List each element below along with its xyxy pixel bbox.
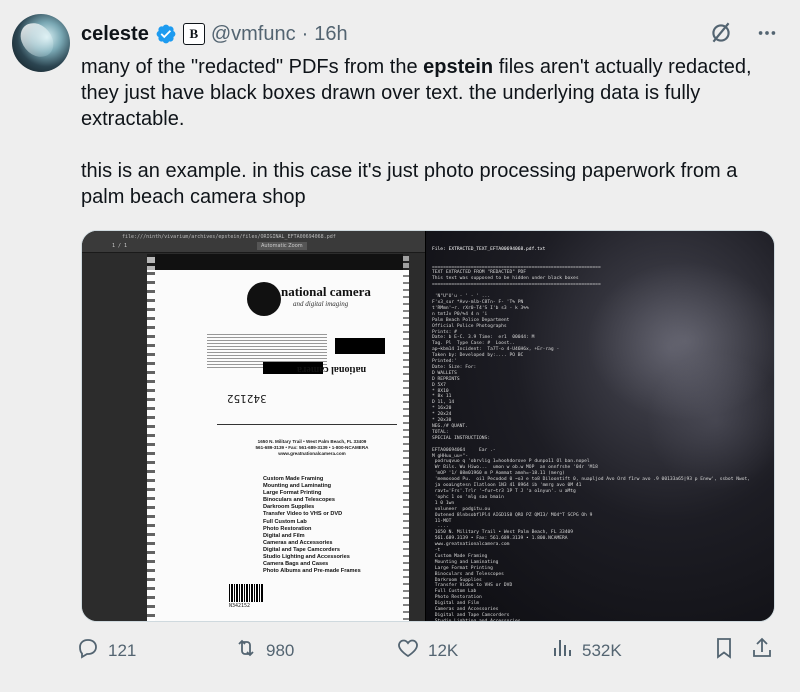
bold-keyword: epstein [423,56,494,78]
views-bars-icon [550,636,574,665]
service-item: Photo Albums and Pre-made Frames [263,568,361,575]
service-item: Digital and Tape Camcorders [263,546,340,553]
separator-dot: · [301,22,309,45]
service-item: Photo Restoration [263,525,312,532]
pdf-url: file:///ninth/vivarium/archives/epstein/… [122,234,336,240]
pdf-zoom-select: Automatic Zoom [257,242,307,250]
terminal-screenshot: File: EXTRACTED_TEXT_EFTA00694068.pdf.tx… [425,231,774,621]
top-right-controls [708,20,778,46]
share-button[interactable] [750,636,774,665]
views-button[interactable]: 532K [550,636,622,665]
barcode-number: N342152 [229,603,251,609]
scan-right-edge [403,254,409,621]
tweet-paragraph-2: this is an example. in this case it's ju… [81,160,738,208]
services-list: Custom Made Framing Mounting and Laminat… [263,476,361,575]
heart-icon [396,636,420,665]
repost-count: 980 [266,640,295,660]
service-item: Darkroom Supplies [263,504,315,511]
scan-left-edge [147,254,155,621]
pdf-toolbar: file:///ninth/vivarium/archives/epstein/… [82,231,425,253]
service-item: Studio Lighting and Accessories [263,554,350,561]
bookmark-icon [712,636,736,665]
barcode [229,584,263,602]
like-count: 12K [428,640,459,660]
media-image[interactable]: file:///ninth/vivarium/archives/epstein/… [81,230,775,622]
logo-subtitle: and digital imaging [293,300,349,308]
redaction-box [335,338,385,354]
repost-arrows-icon [234,636,258,665]
service-item: Cameras and Accessories [263,539,333,546]
timestamp[interactable]: 16h [314,23,347,46]
service-item: Custom Made Framing [263,476,324,482]
views-count: 532K [582,640,622,660]
store-logo: national camera and digital imaging [247,278,371,324]
scan-top-edge [147,254,409,270]
service-item: Transfer Video to VHS or DVD [263,511,343,518]
terminal-output: File: EXTRACTED_TEXT_EFTA00694068.pdf.tx… [432,235,772,621]
verified-check-icon [155,23,177,45]
upside-down-logo: national camera [297,364,367,375]
service-item: Digital and Film [263,532,305,539]
divider [217,424,397,425]
org-badge-icon[interactable]: B [182,23,205,45]
grok-slash-icon[interactable] [708,20,734,46]
handle[interactable]: @vmfunc [211,23,296,46]
like-button[interactable]: 12K [396,636,458,665]
terminal-title: File: EXTRACTED_TEXT_EFTA00694068.pdf.tx… [432,246,546,252]
repost-button[interactable]: 980 [234,636,294,665]
avatar[interactable] [12,14,70,72]
store-address: 1650 N. Military Trail • West Palm Beach… [255,439,369,456]
scanned-document: national camera and digital imaging nati… [147,254,409,621]
reply-count: 121 [108,640,137,660]
action-bar: 121 980 12K 532K [76,636,786,666]
logo-name: national camera [281,284,371,299]
display-name[interactable]: celeste [81,23,149,46]
service-item: Camera Bags and Cases [263,561,329,568]
pdf-viewer-screenshot: file:///ninth/vivarium/archives/epstein/… [82,231,425,621]
terminal-lines: ========================================… [432,265,772,621]
bookmark-button[interactable] [712,636,736,665]
tweet-text: many of the "redacted" PDFs from the eps… [81,54,781,236]
logo-mark [247,282,281,316]
tweet-paragraph-1: many of the "redacted" PDFs from the eps… [81,56,752,130]
service-item: Full Custom Lab [263,518,307,525]
tweet: celeste B @vmfunc · 16h many of the "red… [0,0,800,692]
stamp-number: 342152 [227,392,267,405]
more-dots-icon[interactable] [756,22,778,44]
reply-bubble-icon [76,636,100,665]
service-item: Mounting and Laminating [263,483,332,490]
share-icon [750,636,774,665]
terminal-line: Studio Lighting and Accessories [432,619,772,621]
reply-button[interactable]: 121 [76,636,136,665]
pdf-page-number: 1 / 1 [112,243,128,249]
service-item: Large Format Printing [263,490,322,497]
service-item: Binoculars and Telescopes [263,497,336,504]
tweet-header: celeste B @vmfunc · 16h [81,20,348,48]
